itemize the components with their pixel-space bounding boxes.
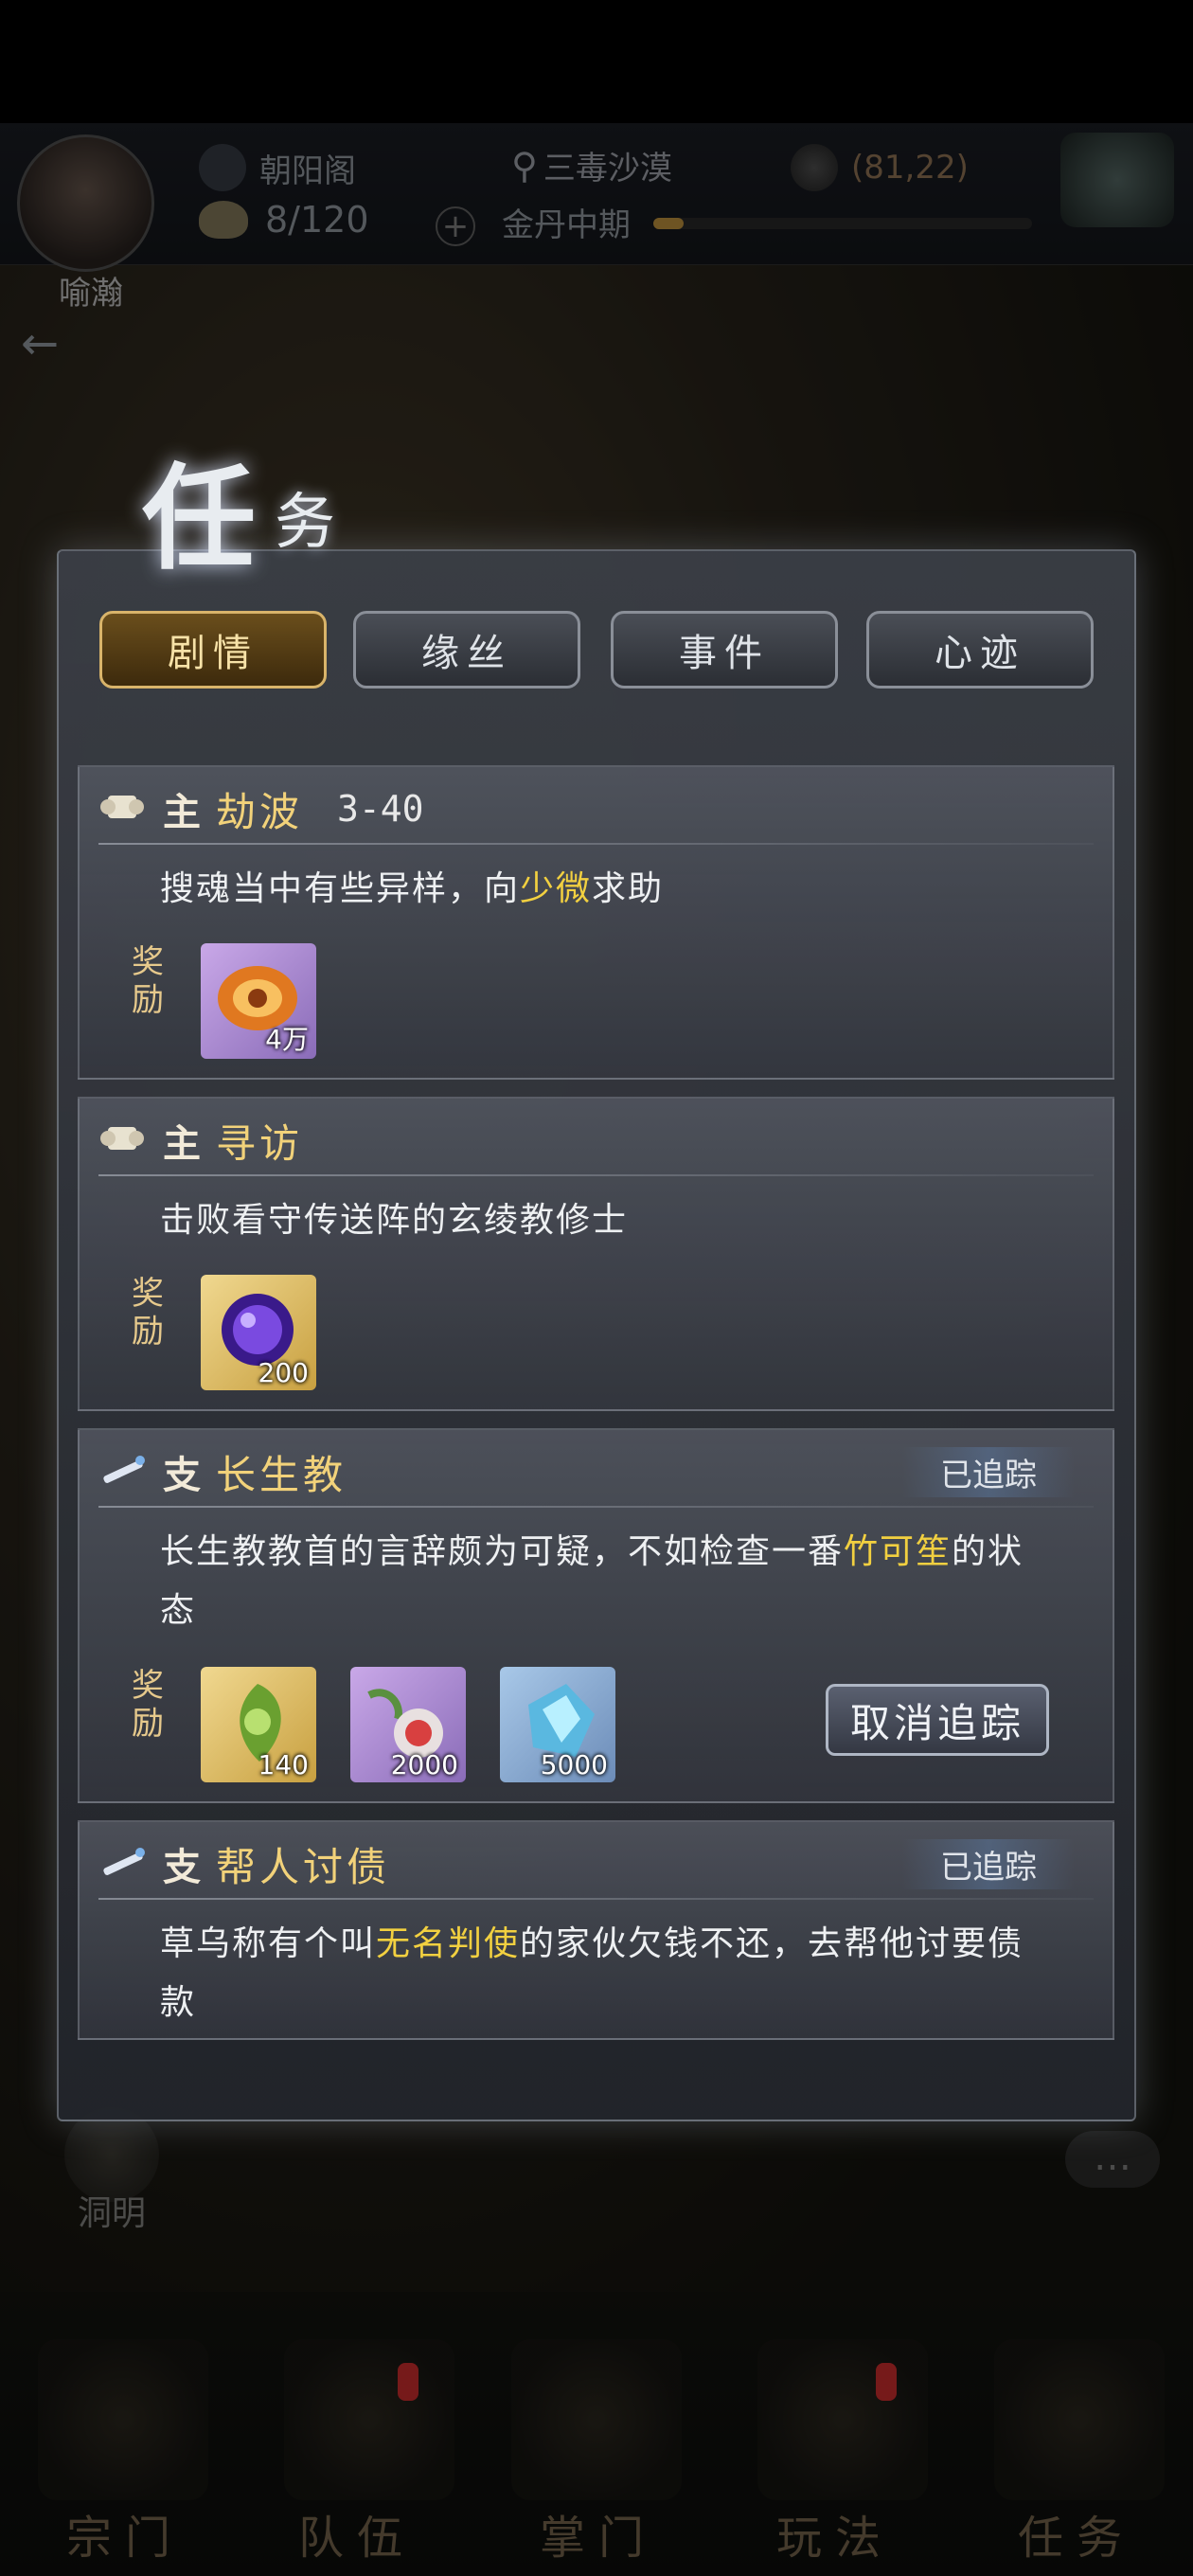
desc-text: 草乌称有个叫 [160,1924,377,1963]
divider [98,843,1094,845]
reward-item[interactable]: 5000 [500,1667,615,1782]
quest-type-badge: 主 [163,1121,201,1166]
scroll-icon [98,788,148,830]
quest-type-badge: 支 [163,1845,201,1889]
quest-name: 劫波 [216,788,304,835]
quest-level: 3-40 [337,788,424,830]
reward-item[interactable]: 4万 [201,943,316,1059]
tab-bond[interactable]: 缘丝 [353,611,580,689]
reward-qty: 5000 [540,1749,608,1780]
tab-heart[interactable]: 心迹 [866,611,1094,689]
desc-text: 搜魂当中有些异样，向 [160,869,521,908]
reward-item[interactable]: 200 [201,1275,316,1390]
panel-title: 任 务 [123,426,407,585]
quest-card[interactable]: 支 长生教 已追踪 长生教教首的言辞颇为可疑，不如检查一番竹可笙的状态 奖励 1… [78,1428,1114,1803]
desc-highlight: 少微 [520,869,593,908]
desc-text: 长生教教首的言辞颇为可疑，不如检查一番 [160,1532,845,1571]
quest-name: 长生教 [216,1451,347,1498]
desc-text: 求助 [592,869,665,908]
status-bar-area [0,0,1193,123]
brush-icon [98,1451,148,1493]
tracked-badge: 已追踪 [902,1447,1075,1497]
quest-header: 支 长生教 [98,1441,347,1502]
quest-desc: 搜魂当中有些异样，向少微求助 [160,860,1046,919]
reward-label: 奖励 [132,943,164,1019]
quest-header: 主 劫波 3-40 [98,778,424,839]
quest-header: 主 寻访 [98,1110,303,1171]
quest-header: 支 帮人讨债 [98,1834,390,1894]
reward-qty: 2000 [390,1749,458,1780]
desc-text: 击败看守传送阵的玄绫教修士 [160,1201,629,1240]
untrack-button[interactable]: 取消追踪 [826,1684,1049,1756]
quest-card[interactable]: 支 帮人讨债 已追踪 草乌称有个叫无名判使的家伙欠钱不还，去帮他讨要债款 [78,1820,1114,2040]
divider [98,1506,1094,1508]
quest-card[interactable]: 主 劫波 3-40 搜魂当中有些异样，向少微求助 奖励 4万 [78,765,1114,1080]
tab-story[interactable]: 剧情 [99,611,327,689]
quest-card[interactable]: 主 寻访 击败看守传送阵的玄绫教修士 奖励 200 [78,1097,1114,1411]
reward-qty: 4万 [265,1024,309,1055]
title-char-big: 任 [142,452,256,585]
reward-qty: 140 [258,1749,309,1780]
title-char-small: 务 [275,488,335,558]
quest-name: 帮人讨债 [216,1843,391,1890]
tab-event[interactable]: 事件 [611,611,838,689]
quest-type-badge: 支 [163,1453,201,1497]
desc-highlight: 竹可笙 [844,1532,953,1571]
reward-label: 奖励 [132,1275,164,1351]
reward-item[interactable]: 2000 [350,1667,466,1782]
reward-label: 奖励 [132,1667,164,1743]
desc-highlight: 无名判使 [376,1924,521,1963]
quest-type-badge: 主 [163,790,201,834]
scroll-icon [98,1119,148,1161]
divider [98,1174,1094,1176]
quest-desc: 草乌称有个叫无名判使的家伙欠钱不还，去帮他讨要债款 [160,1915,1046,2032]
brush-icon [98,1843,148,1885]
quest-desc: 长生教教首的言辞颇为可疑，不如检查一番竹可笙的状态 [160,1523,1046,1640]
tracked-badge: 已追踪 [902,1839,1075,1889]
quest-name: 寻访 [216,1119,304,1167]
reward-item[interactable]: 140 [201,1667,316,1782]
quest-desc: 击败看守传送阵的玄绫教修士 [160,1191,1046,1250]
reward-qty: 200 [258,1357,309,1388]
divider [98,1898,1094,1900]
